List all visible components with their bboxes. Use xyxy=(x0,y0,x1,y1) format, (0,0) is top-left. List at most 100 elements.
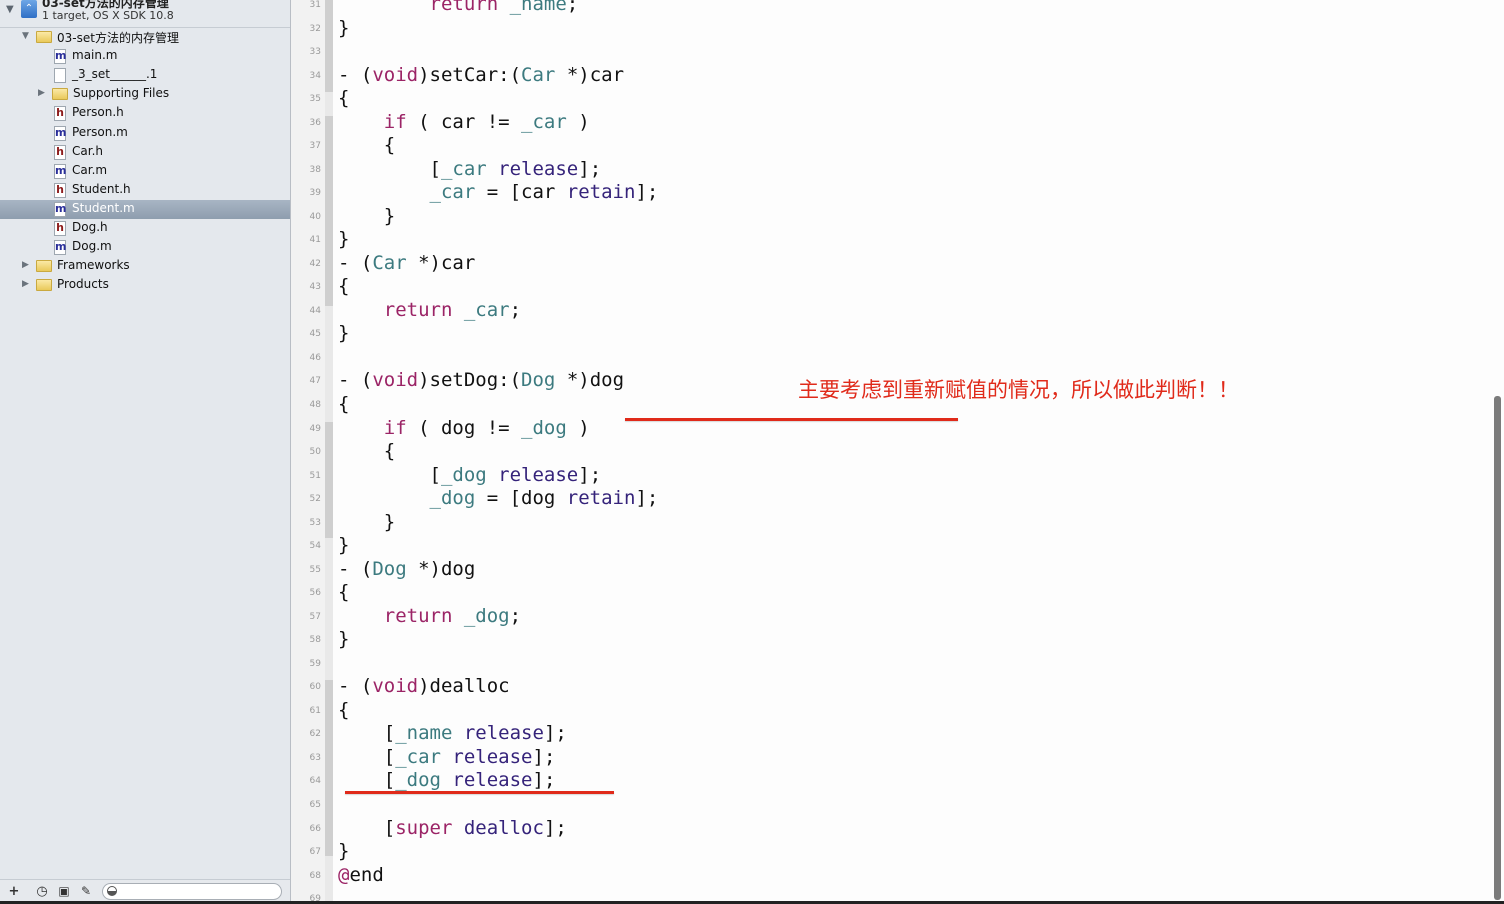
code-token: } xyxy=(338,322,350,345)
tree-file[interactable]: m Car.m xyxy=(0,162,290,181)
code-line[interactable]: return _car; xyxy=(338,299,521,323)
code-token: )setCar:( xyxy=(418,63,522,86)
source-editor[interactable]: return _name;} - (void)setCar:(Car *)car{… xyxy=(338,0,1438,904)
code-line[interactable]: if ( dog != _dog ) xyxy=(338,417,590,441)
disclosure-triangle-icon[interactable]: ▼ xyxy=(22,31,29,41)
code-line[interactable]: return _dog; xyxy=(338,605,521,629)
code-line[interactable]: - (void)dealloc xyxy=(338,675,510,699)
code-line[interactable]: - (void)setCar:(Car *)car xyxy=(338,64,624,88)
code-line[interactable]: [super dealloc]; xyxy=(338,817,567,841)
tree-file[interactable]: m Dog.m xyxy=(0,238,290,257)
code-token: ]; xyxy=(578,463,602,486)
scm-icon[interactable]: ▣ xyxy=(57,884,71,898)
code-folding-ribbon[interactable] xyxy=(325,0,333,904)
header-file-icon: h xyxy=(54,144,66,160)
code-line[interactable]: { xyxy=(338,440,395,464)
code-token: retain xyxy=(566,487,636,510)
code-token: ]; xyxy=(578,157,602,180)
code-token: super xyxy=(395,816,453,839)
tree-group[interactable]: ▶ Products xyxy=(0,276,290,295)
tree-file[interactable]: h Person.h xyxy=(0,104,290,123)
code-line[interactable]: - (Car *)car xyxy=(338,252,475,276)
vertical-scrollbar[interactable] xyxy=(1494,396,1501,900)
folder-icon xyxy=(36,260,52,273)
code-line[interactable]: _car = [car retain]; xyxy=(338,181,659,205)
line-number: 43 xyxy=(309,282,321,293)
code-line[interactable]: { xyxy=(338,699,349,723)
annotation-note: 主要考虑到重新赋值的情况，所以做此判断！！ xyxy=(798,378,1239,402)
code-line[interactable]: { xyxy=(338,275,349,299)
line-number: 50 xyxy=(309,447,321,458)
line-number: 60 xyxy=(309,682,321,693)
code-line[interactable]: [_dog release]; xyxy=(338,463,602,488)
code-line[interactable]: } xyxy=(338,840,349,864)
tree-group[interactable]: ▶ Supporting Files xyxy=(0,85,290,104)
code-line[interactable]: _dog = [dog retain]; xyxy=(338,487,659,511)
line-number: 40 xyxy=(309,211,321,222)
code-token: )setDog:( xyxy=(418,369,522,392)
filter-icon xyxy=(107,886,117,896)
code-token: _car xyxy=(440,157,487,180)
code-line[interactable]: } xyxy=(338,511,395,535)
annotation-underline xyxy=(625,418,958,421)
code-line[interactable]: } xyxy=(338,228,349,252)
code-token: } xyxy=(338,534,350,557)
code-token: } xyxy=(338,204,396,227)
code-token: *)dog xyxy=(406,557,476,580)
code-line[interactable]: } xyxy=(338,628,349,652)
tree-file[interactable]: h Dog.h xyxy=(0,219,290,238)
clock-icon[interactable]: ◷ xyxy=(35,884,49,899)
code-line[interactable]: [_car release]; xyxy=(338,157,602,182)
tree-file[interactable]: h Car.h xyxy=(0,143,290,162)
code-line[interactable]: [_car release]; xyxy=(338,746,556,770)
code-token: [ xyxy=(338,816,396,839)
tree-file[interactable]: _3_set______.1 xyxy=(0,66,290,85)
line-number: 63 xyxy=(309,752,321,763)
code-line[interactable]: } xyxy=(338,322,349,346)
line-number: 65 xyxy=(309,800,321,811)
tree-group[interactable]: ▼ 03-set方法的内存管理 xyxy=(0,28,290,47)
code-line[interactable]: { xyxy=(338,87,349,111)
tree-group[interactable]: ▶ Frameworks xyxy=(0,257,290,276)
code-line[interactable]: return _name; xyxy=(338,0,579,17)
code-line[interactable]: { xyxy=(338,581,349,605)
code-token: ]; xyxy=(543,816,567,839)
tree-item-label: Person.h xyxy=(72,105,124,120)
line-number: 59 xyxy=(309,658,321,669)
disclosure-triangle-icon[interactable]: ▼ xyxy=(6,4,14,15)
code-line[interactable]: { xyxy=(338,393,349,417)
tree-file[interactable]: m Person.m xyxy=(0,124,290,143)
header-file-icon: h xyxy=(54,221,66,236)
tree-file[interactable]: m main.m xyxy=(0,47,290,66)
code-line[interactable]: - (Dog *)dog xyxy=(338,558,475,582)
tree-file[interactable]: h Student.h xyxy=(0,181,290,200)
code-line[interactable]: - (void)setDog:(Dog *)dog xyxy=(338,369,624,393)
filter-input[interactable] xyxy=(121,885,280,900)
line-number: 38 xyxy=(309,164,321,175)
code-line[interactable]: [_name release]; xyxy=(338,722,567,746)
code-token: )dealloc xyxy=(418,675,510,698)
disclosure-triangle-icon[interactable]: ▶ xyxy=(22,260,29,270)
code-line[interactable]: [_dog release]; xyxy=(338,769,556,793)
code-line[interactable]: } xyxy=(338,17,349,41)
code-line[interactable]: } xyxy=(338,205,395,229)
add-button[interactable]: + xyxy=(7,884,21,899)
tree-file[interactable]: m Student.m xyxy=(0,199,290,219)
line-number: 56 xyxy=(309,588,321,599)
code-line[interactable]: if ( car != _car ) xyxy=(338,111,590,135)
edit-icon[interactable]: ✎ xyxy=(79,884,93,898)
code-token: void xyxy=(372,63,419,86)
disclosure-triangle-icon[interactable]: ▶ xyxy=(38,88,45,98)
disclosure-triangle-icon[interactable]: ▶ xyxy=(22,279,29,289)
filter-field[interactable] xyxy=(102,883,282,900)
project-row[interactable]: ▼ ⌃ 03-set方法的内存管理 1 target, OS X SDK 10.… xyxy=(0,0,290,28)
code-token: ) xyxy=(566,110,590,133)
code-line[interactable]: { xyxy=(338,134,395,158)
code-line[interactable]: @end xyxy=(338,864,384,888)
code-line[interactable]: } xyxy=(338,534,349,558)
code-token: Car xyxy=(521,63,556,86)
